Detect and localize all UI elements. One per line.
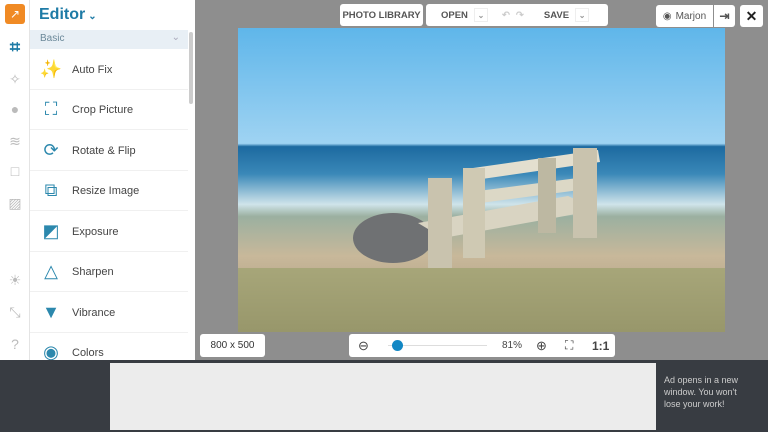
fullscreen-icon[interactable]: ⛶ (565, 338, 573, 353)
chevron-down-icon: ⌄ (171, 32, 180, 43)
tool-exposure[interactable]: ◩ Exposure (30, 212, 188, 252)
lightbulb-icon[interactable]: ☀ (5, 270, 25, 290)
tool-label: Resize Image (72, 184, 140, 197)
exposure-icon: ◩ (42, 221, 60, 241)
photo-library-button[interactable]: PHOTO LIBRARY (340, 4, 423, 26)
editor-panel: Editor ⌄ Basic ⌄ ✨ Auto Fix ⛶ Crop Picture ⟳… (30, 0, 195, 360)
tool-label: Crop Picture (72, 103, 134, 116)
zoom-bar: ⊖ 81% ⊕ ⛶ 1:1 (349, 334, 615, 357)
tool-label: Sharpen (72, 265, 114, 278)
tool-crop-picture[interactable]: ⛶ Crop Picture (30, 90, 188, 130)
zoom-slider-thumb[interactable] (392, 340, 404, 351)
section-label: Basic (40, 33, 65, 44)
tool-vibrance[interactable]: ▼ Vibrance (30, 293, 188, 333)
open-dropdown-icon[interactable]: ⌄ (473, 8, 488, 22)
frame-tool-icon[interactable]: □ (5, 161, 25, 181)
image-dimensions: 800 x 500 (200, 334, 265, 357)
vibrance-icon: ▼ (42, 302, 60, 322)
panel-scrollbar[interactable] (189, 32, 193, 104)
ad-bar: Ad opens in a new window. You won't lose… (0, 360, 768, 432)
magic-tool-icon[interactable]: ✧ (5, 69, 25, 89)
chevron-down-icon: ⌄ (88, 11, 97, 22)
crop-picture-icon: ⛶ (44, 99, 58, 119)
triangle-icon: △ (44, 261, 58, 281)
section-header[interactable]: Basic ⌄ (30, 30, 188, 49)
tool-label: Exposure (72, 225, 119, 238)
tool-sharpen[interactable]: △ Sharpen (30, 252, 188, 292)
zoom-in-icon[interactable]: ⊕ (536, 338, 547, 354)
tool-auto-fix[interactable]: ✨ Auto Fix (30, 50, 188, 90)
save-dropdown-icon[interactable]: ⌄ (575, 8, 590, 22)
logout-icon[interactable]: ⇥ (714, 5, 735, 27)
user-icon: ◉ (662, 10, 672, 22)
texture-tool-icon[interactable]: ▨ (5, 193, 25, 213)
tool-colors[interactable]: ◉ Colors (30, 333, 188, 360)
tool-rotate-flip[interactable]: ⟳ Rotate & Flip (30, 131, 188, 171)
tool-rail: ↗ ⌗ ✧ ● ≋ □ ▨ ☀ ⤡ ? (0, 0, 30, 360)
tool-label: Vibrance (72, 306, 116, 319)
redo-icon[interactable]: ↷ (516, 10, 524, 21)
tool-label: Colors (72, 346, 104, 359)
colors-icon: ◉ (43, 342, 59, 360)
undo-icon[interactable]: ↶ (502, 10, 510, 21)
user-button[interactable]: ◉ Marjon (656, 5, 713, 27)
zoom-level: 81% (502, 340, 523, 351)
ad-notice: Ad opens in a new window. You won't lose… (664, 375, 739, 409)
file-toolbar: OPEN ⌄ ↶ ↷ SAVE ⌄ (426, 4, 608, 26)
magic-wand-icon: ✨ (39, 59, 63, 79)
collapse-icon[interactable]: ⤡ (5, 302, 25, 322)
zoom-out-icon[interactable]: ⊖ (358, 338, 369, 354)
crop-tool-icon[interactable]: ⌗ (5, 37, 25, 57)
help-icon[interactable]: ? (5, 334, 25, 354)
editor-menu[interactable]: Editor ⌄ (39, 6, 97, 24)
app-logo-icon: ↗ (5, 4, 25, 24)
open-button[interactable]: OPEN (441, 10, 468, 21)
rotate-icon: ⟳ (43, 140, 59, 160)
resize-icon: ⧉ (44, 180, 58, 200)
save-button[interactable]: SAVE (544, 10, 569, 21)
user-name: Marjon (675, 10, 707, 22)
portrait-tool-icon[interactable]: ● (5, 99, 25, 119)
editor-title: Editor (39, 6, 86, 23)
beach-bench-photo (238, 148, 725, 332)
tool-label: Rotate & Flip (72, 144, 136, 157)
close-icon[interactable]: ✕ (740, 5, 763, 27)
photo-canvas[interactable] (238, 28, 725, 332)
layers-tool-icon[interactable]: ≋ (5, 131, 25, 151)
ad-space[interactable] (110, 363, 656, 430)
tool-label: Auto Fix (72, 63, 113, 76)
tool-resize-image[interactable]: ⧉ Resize Image (30, 171, 188, 211)
actual-size-button[interactable]: 1:1 (592, 339, 609, 353)
